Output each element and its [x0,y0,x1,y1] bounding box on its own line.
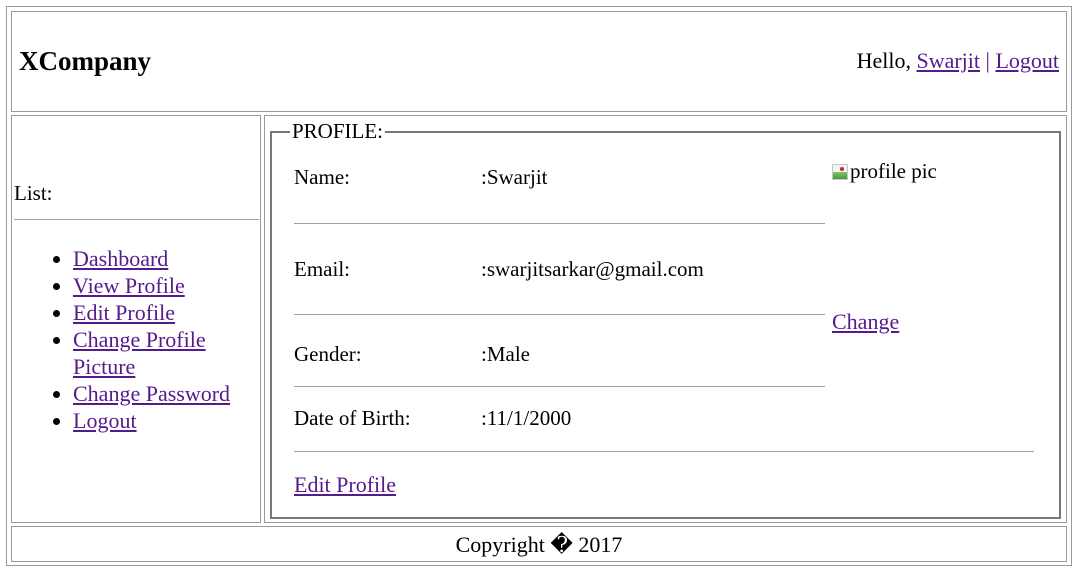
footer: Copyright � 2017 [11,526,1067,562]
profile-fieldset [270,131,1061,519]
row-divider [294,223,825,224]
view-profile-link[interactable]: View Profile [73,273,185,298]
email-label: Email: [294,257,350,281]
change-password-link[interactable]: Change Password [73,381,230,406]
sidebar-logout-link[interactable]: Logout [73,408,137,433]
user-greeting: Hello, Swarjit | Logout [857,48,1059,74]
username-link[interactable]: Swarjit [916,48,980,73]
change-profile-picture-link[interactable]: Change Profile Picture [73,327,206,379]
separator: | [985,48,990,73]
edit-profile-button[interactable]: Edit Profile [294,472,396,498]
sidebar-title: List: [14,181,53,205]
profile-legend: PROFILE: [290,119,386,144]
sidebar-nav: Dashboard View Profile Edit Profile Chan… [33,245,261,434]
header-logout-link[interactable]: Logout [995,48,1059,73]
broken-image-icon [832,163,848,180]
brand-title: XCompany [19,46,152,76]
header: XCompany Hello, Swarjit | Logout [11,11,1067,112]
row-divider [294,386,825,387]
sidebar-divider [14,219,259,220]
sidebar-item-edit-profile: Edit Profile [73,299,261,326]
sidebar-item-logout: Logout [73,407,261,434]
profile-picture: profile pic [832,159,937,184]
copyright-text: Copyright � 2017 [455,532,623,557]
sidebar-item-change-picture: Change Profile Picture [73,326,261,380]
gender-value: :Male [481,342,530,366]
sidebar-item-change-password: Change Password [73,380,261,407]
name-value: :Swarjit [481,165,548,189]
profile-picture-alt: profile pic [850,159,937,183]
edit-profile-link[interactable]: Edit Profile [73,300,175,325]
change-picture-link[interactable]: Change [832,309,899,335]
row-divider [294,451,1034,452]
greeting-text: Hello, [856,48,911,73]
sidebar-item-dashboard: Dashboard [73,245,261,272]
dashboard-link[interactable]: Dashboard [73,246,168,271]
email-value: :swarjitsarkar@gmail.com [481,257,704,281]
dob-label: Date of Birth: [294,406,411,430]
dob-value: :11/1/2000 [481,406,572,430]
gender-label: Gender: [294,342,362,366]
name-label: Name: [294,165,350,189]
sidebar-item-view-profile: View Profile [73,272,261,299]
row-divider [294,314,825,315]
